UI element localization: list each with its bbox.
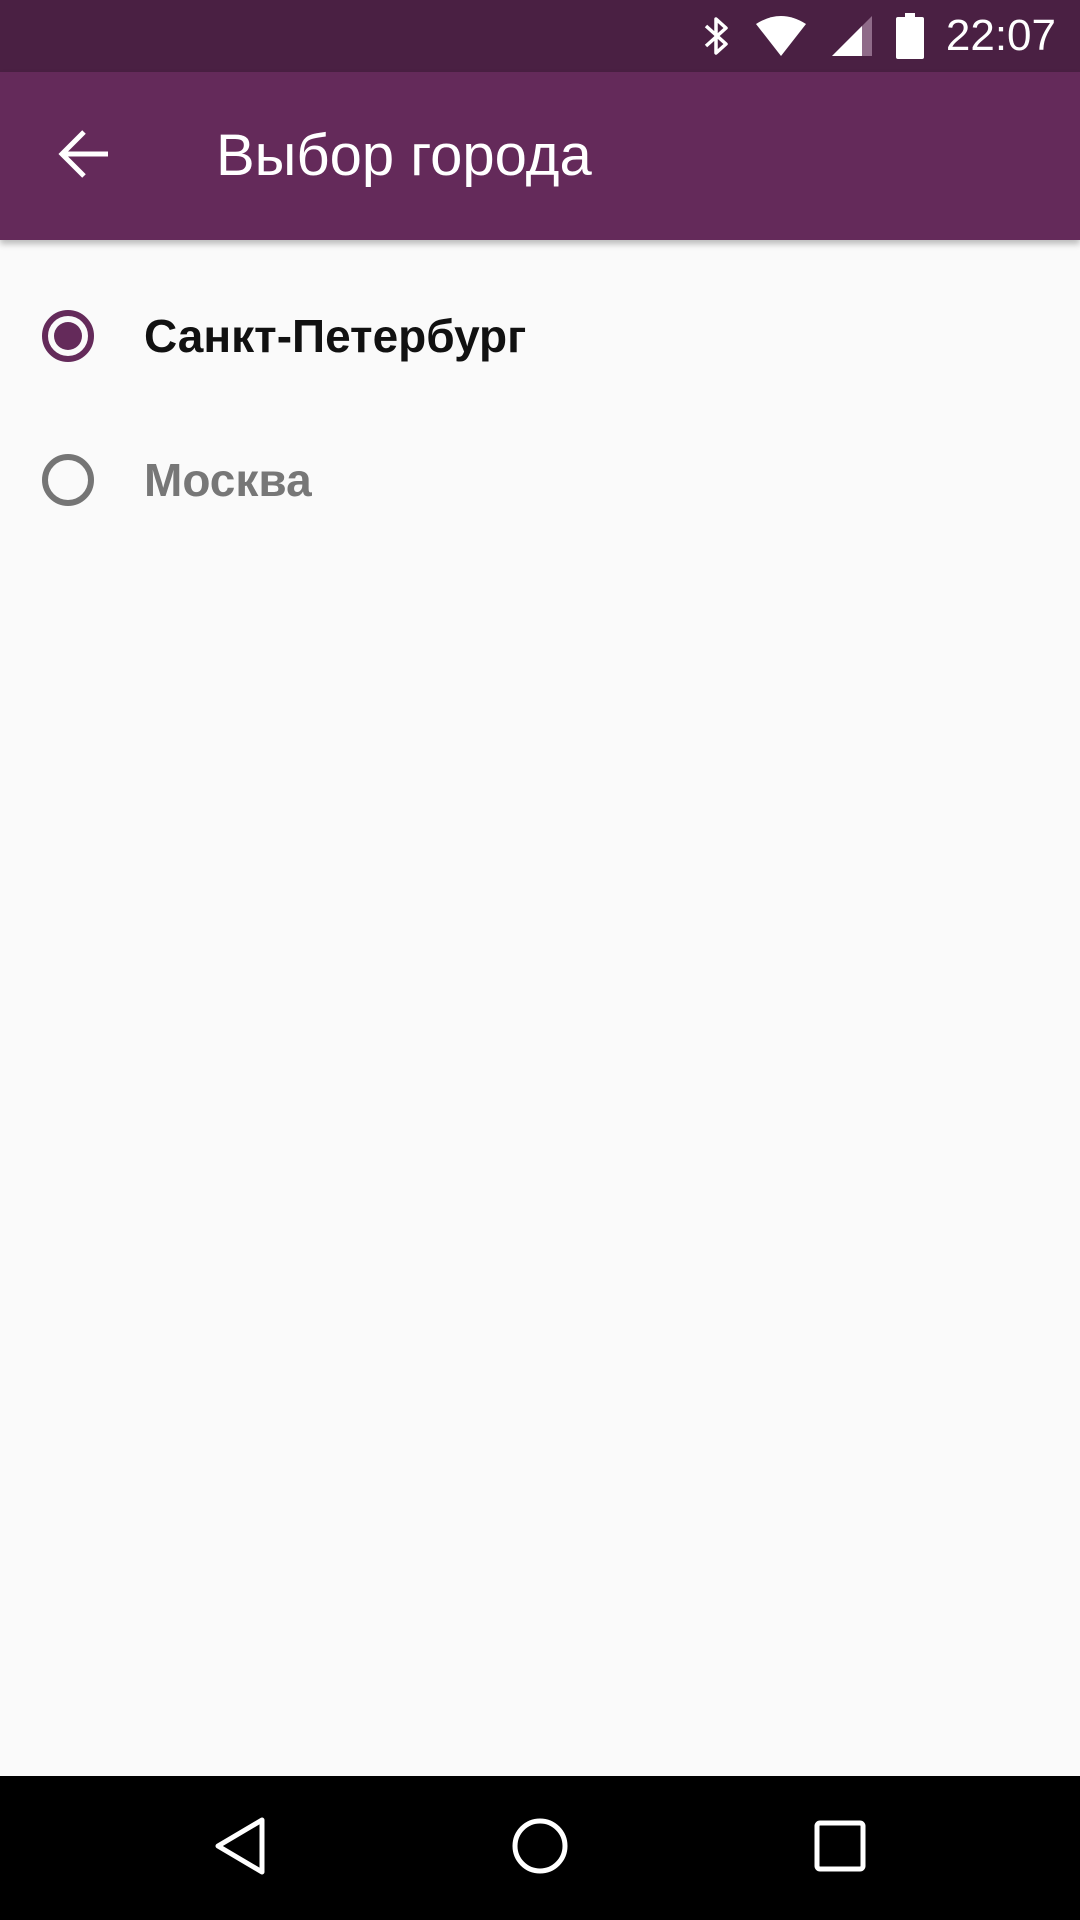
screen: 22:07 Выбор города Санкт-Петербург Москв… bbox=[0, 0, 1080, 1920]
back-button[interactable] bbox=[36, 108, 132, 204]
city-option-moscow[interactable]: Москва bbox=[0, 408, 1080, 552]
wifi-icon bbox=[754, 14, 808, 58]
navigation-bar bbox=[0, 1776, 1080, 1920]
nav-back-button[interactable] bbox=[160, 1776, 320, 1920]
page-title: Выбор города bbox=[216, 123, 592, 188]
city-radio-list: Санкт-Петербург Москва bbox=[0, 264, 1080, 552]
status-bar: 22:07 bbox=[0, 0, 1080, 72]
status-icons: 22:07 bbox=[702, 0, 1056, 72]
back-triangle-icon bbox=[212, 1816, 268, 1881]
recents-square-icon bbox=[813, 1819, 867, 1878]
city-option-saint-petersburg[interactable]: Санкт-Петербург bbox=[0, 264, 1080, 408]
bluetooth-icon bbox=[702, 14, 732, 58]
radio-unchecked-icon[interactable] bbox=[42, 454, 94, 506]
app-bar: Выбор города bbox=[0, 72, 1080, 240]
battery-icon bbox=[895, 13, 924, 59]
cell-signal-icon bbox=[830, 14, 874, 58]
arrow-back-icon bbox=[58, 128, 110, 185]
radio-checked-icon[interactable] bbox=[42, 310, 94, 362]
nav-recents-button[interactable] bbox=[760, 1776, 920, 1920]
nav-home-button[interactable] bbox=[460, 1776, 620, 1920]
city-option-label: Санкт-Петербург bbox=[144, 310, 527, 362]
status-time: 22:07 bbox=[945, 11, 1056, 60]
city-option-label: Москва bbox=[144, 454, 312, 506]
home-circle-icon bbox=[510, 1816, 570, 1881]
